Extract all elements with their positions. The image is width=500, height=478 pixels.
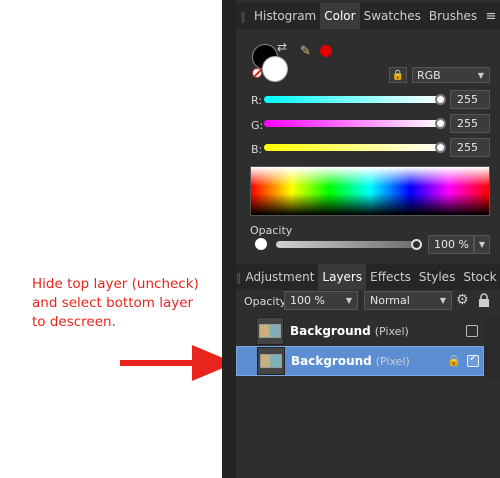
chevron-down-icon: ▼ xyxy=(345,296,352,305)
red-slider-handle[interactable] xyxy=(435,94,446,105)
opacity-slider[interactable] xyxy=(276,241,422,248)
tab-effects[interactable]: Effects xyxy=(366,264,415,290)
blend-mode-value: Normal xyxy=(370,294,410,307)
swap-colors-icon[interactable]: ⇄ xyxy=(277,40,287,54)
grip-icon[interactable]: ‖ xyxy=(236,3,250,29)
layer-name: Background (Pixel) xyxy=(290,324,409,338)
tab-color[interactable]: Color xyxy=(320,3,360,29)
green-label: G: xyxy=(251,119,264,132)
layer-thumbnail xyxy=(256,317,284,345)
color-mode-select[interactable]: RGB ▼ xyxy=(412,67,490,83)
screenshot-root: Hide top layer (uncheck) and select bott… xyxy=(0,0,500,478)
gear-icon[interactable]: ⚙ xyxy=(456,292,469,308)
red-slider[interactable] xyxy=(264,96,442,103)
tab-adjustment[interactable]: Adjustment xyxy=(242,264,319,290)
red-value-field[interactable]: 255 xyxy=(450,90,490,109)
stroke-color-swatch[interactable] xyxy=(262,56,288,82)
green-value-field[interactable]: 255 xyxy=(450,114,490,133)
layer-opacity-label: Opacity: xyxy=(244,295,290,308)
layer-type: (Pixel) xyxy=(375,355,410,368)
recent-color-swatch[interactable] xyxy=(320,45,332,57)
layer-visibility-checkbox[interactable] xyxy=(467,353,479,367)
layer-thumbnail xyxy=(257,347,285,375)
blue-label: B: xyxy=(251,143,263,156)
blue-slider-handle[interactable] xyxy=(435,142,446,153)
tab-styles[interactable]: Styles xyxy=(415,264,459,290)
green-slider-handle[interactable] xyxy=(435,118,446,129)
opacity-value-field[interactable]: 100 % xyxy=(428,235,474,254)
blend-mode-select[interactable]: Normal ▼ xyxy=(364,291,452,310)
opacity-preview-dot xyxy=(255,238,267,250)
color-mode-value: RGB xyxy=(417,68,441,82)
instruction-annotation: Hide top layer (uncheck) and select bott… xyxy=(32,275,212,332)
layers-scrollbar[interactable] xyxy=(484,316,500,378)
tab-stock[interactable]: Stock xyxy=(459,264,500,290)
opacity-slider-handle[interactable] xyxy=(411,239,422,250)
lock-icon[interactable] xyxy=(478,293,490,307)
layer-opacity-value: 100 % xyxy=(290,294,325,307)
red-label: R: xyxy=(251,94,263,107)
chevron-down-icon[interactable]: ▼ xyxy=(474,235,490,254)
layer-lock-icon[interactable]: 🔒 xyxy=(447,354,461,367)
layers-studio-tabbar: ‖ Adjustment Layers Effects Styles Stock… xyxy=(236,264,500,290)
color-studio-tabbar: ‖ Histogram Color Swatches Brushes ≡ xyxy=(236,3,500,29)
tab-swatches[interactable]: Swatches xyxy=(360,3,425,29)
opacity-label: Opacity xyxy=(250,224,293,237)
blue-value-field[interactable]: 255 xyxy=(450,138,490,157)
blue-slider[interactable] xyxy=(264,144,442,151)
layer-opacity-select[interactable]: 100 % ▼ xyxy=(284,291,358,310)
panel-edge-strip xyxy=(222,0,236,478)
green-slider[interactable] xyxy=(264,120,442,127)
tab-histogram[interactable]: Histogram xyxy=(250,3,320,29)
layer-row-bottom[interactable]: Background (Pixel) 🔒 xyxy=(236,346,484,376)
menu-icon[interactable]: ≡ xyxy=(482,3,500,29)
color-picker-icon[interactable]: ✎ xyxy=(300,44,311,59)
chevron-down-icon: ▼ xyxy=(477,70,484,80)
lock-icon[interactable]: 🔒 xyxy=(389,67,407,83)
layer-type: (Pixel) xyxy=(374,325,409,338)
tab-brushes[interactable]: Brushes xyxy=(425,3,481,29)
annotation-line-3: to descreen. xyxy=(32,314,116,330)
red-arrow-icon xyxy=(120,345,235,381)
color-spectrum[interactable] xyxy=(250,166,490,216)
chevron-down-icon: ▼ xyxy=(439,296,446,305)
annotation-line-2: and select bottom layer xyxy=(32,295,194,311)
tab-layers[interactable]: Layers xyxy=(318,264,367,290)
layer-name: Background (Pixel) xyxy=(291,354,410,368)
annotation-line-1: Hide top layer (uncheck) xyxy=(32,276,199,292)
layer-row-top[interactable]: Background (Pixel) xyxy=(236,316,484,346)
no-color-icon[interactable] xyxy=(252,68,262,78)
layer-visibility-checkbox[interactable] xyxy=(466,325,478,337)
